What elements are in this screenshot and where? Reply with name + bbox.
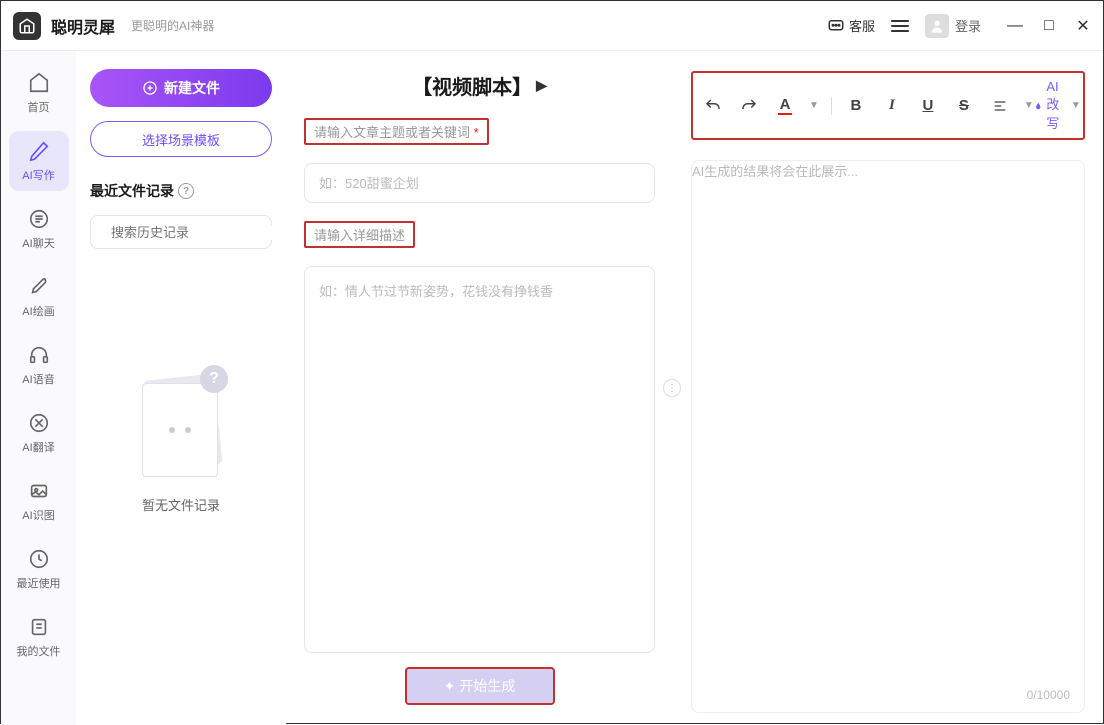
sidebar-label: AI翻译: [22, 439, 54, 455]
chevron-down-icon: ▼: [1071, 100, 1081, 111]
service-label: 客服: [849, 16, 875, 35]
redo-button[interactable]: [737, 94, 761, 118]
resize-handle[interactable]: ⋮: [663, 379, 681, 397]
output-placeholder: AI生成的结果将会在此展示...: [692, 161, 1084, 180]
toolbar-left: A ▼ B I U S ▼: [701, 94, 1034, 118]
chat-icon: [27, 207, 51, 231]
sidebar-label: AI语音: [22, 371, 54, 387]
search-history-box[interactable]: [90, 215, 272, 249]
login-label: 登录: [955, 16, 981, 35]
titlebar: 聪明灵犀 更聪明的AI神器 客服 登录 — □ ✕: [1, 1, 1103, 51]
new-file-label: 新建文件: [164, 78, 220, 98]
recent-files-label: 最近文件记录 ?: [90, 181, 272, 201]
headphone-icon: [27, 343, 51, 367]
toolbar-divider: [831, 97, 832, 115]
page-title: 【视频脚本】 ▶: [304, 71, 655, 100]
select-template-button[interactable]: 选择场景模板: [90, 121, 272, 157]
detail-label: 请输入详细描述: [304, 221, 415, 248]
customer-service-button[interactable]: 客服: [827, 16, 875, 35]
play-icon: ▶: [536, 77, 547, 94]
sidebar-label: AI写作: [22, 167, 54, 183]
help-icon[interactable]: ?: [178, 183, 194, 199]
sidebar-label: AI识图: [22, 507, 54, 523]
search-input[interactable]: [111, 225, 287, 240]
undo-button[interactable]: [701, 94, 725, 118]
app-title: 聪明灵犀: [51, 14, 115, 38]
sidebar-item-ai-translate[interactable]: AI翻译: [9, 403, 69, 463]
translate-icon: [27, 411, 51, 435]
maximize-button[interactable]: □: [1041, 18, 1057, 34]
sidebar-item-recent[interactable]: 最近使用: [9, 539, 69, 599]
sidebar-label: 最近使用: [17, 575, 61, 591]
topic-input[interactable]: [304, 163, 655, 203]
topic-label: 请输入文章主题或者关键词 *: [304, 118, 489, 145]
font-color-button[interactable]: A: [773, 94, 797, 118]
app-logo-icon: [13, 12, 41, 40]
sidebar: 首页 AI写作 AI聊天 AI绘画 AI语音 AI翻译 AI识图 最近使用: [1, 51, 76, 725]
home-icon: [27, 71, 51, 95]
close-button[interactable]: ✕: [1075, 18, 1091, 34]
detail-textarea[interactable]: [304, 266, 655, 653]
sidebar-item-ai-writing[interactable]: AI写作: [9, 131, 69, 191]
pen-icon: [27, 139, 51, 163]
sidebar-label: 我的文件: [17, 643, 61, 659]
empty-text: 暂无文件记录: [142, 495, 220, 514]
italic-button[interactable]: I: [880, 94, 904, 118]
generate-button[interactable]: ✦ 开始生成: [405, 667, 555, 705]
sidebar-label: AI聊天: [22, 235, 54, 251]
droplet-icon: [1034, 98, 1043, 114]
clock-icon: [27, 547, 51, 571]
sidebar-item-ai-paint[interactable]: AI绘画: [9, 267, 69, 327]
file-icon: [27, 615, 51, 639]
center-panel: 【视频脚本】 ▶ 请输入文章主题或者关键词 * 请输入详细描述 ✦ 开始生成: [286, 51, 673, 725]
new-file-button[interactable]: 新建文件: [90, 69, 272, 107]
editor-toolbar: A ▼ B I U S ▼ AI改写 ▼: [691, 71, 1085, 140]
window-controls: — □ ✕: [1007, 18, 1091, 34]
sidebar-item-my-files[interactable]: 我的文件: [9, 607, 69, 667]
align-button[interactable]: [988, 94, 1012, 118]
chat-bubble-icon: [827, 17, 845, 35]
strikethrough-button[interactable]: S: [952, 94, 976, 118]
sidebar-item-ai-voice[interactable]: AI语音: [9, 335, 69, 395]
ai-rewrite-button[interactable]: AI改写 ▼: [1034, 79, 1081, 132]
right-panel: ⋮ A ▼ B I U S ▼ AI改写 ▼ AI生成的结果将会在此: [673, 51, 1103, 725]
underline-button[interactable]: U: [916, 94, 940, 118]
sidebar-item-ai-image[interactable]: AI识图: [9, 471, 69, 531]
word-count: 0/10000: [1027, 688, 1070, 702]
output-area[interactable]: AI生成的结果将会在此展示... 0/10000: [691, 160, 1085, 713]
empty-state: ? 暂无文件记录: [90, 369, 272, 514]
app-subtitle: 更聪明的AI神器: [131, 17, 214, 34]
sidebar-item-home[interactable]: 首页: [9, 63, 69, 123]
empty-illustration-icon: ?: [136, 369, 226, 479]
sparkle-icon: ✦: [444, 678, 456, 695]
avatar-icon: [925, 14, 949, 38]
plus-circle-icon: [142, 80, 158, 96]
login-button[interactable]: 登录: [925, 14, 981, 38]
font-color-dropdown-icon[interactable]: ▼: [809, 100, 819, 111]
image-icon: [27, 479, 51, 503]
minimize-button[interactable]: —: [1007, 18, 1023, 34]
left-panel: 新建文件 选择场景模板 最近文件记录 ? ? 暂无文件记录: [76, 51, 286, 725]
titlebar-right: 客服 登录 — □ ✕: [827, 14, 1091, 38]
bold-button[interactable]: B: [844, 94, 868, 118]
hamburger-menu-icon[interactable]: [891, 17, 909, 35]
titlebar-left: 聪明灵犀 更聪明的AI神器: [13, 12, 214, 40]
align-dropdown-icon[interactable]: ▼: [1024, 100, 1034, 111]
sidebar-label: 首页: [28, 99, 50, 115]
brush-icon: [27, 275, 51, 299]
main-layout: 首页 AI写作 AI聊天 AI绘画 AI语音 AI翻译 AI识图 最近使用: [1, 51, 1103, 725]
sidebar-label: AI绘画: [22, 303, 54, 319]
sidebar-item-ai-chat[interactable]: AI聊天: [9, 199, 69, 259]
